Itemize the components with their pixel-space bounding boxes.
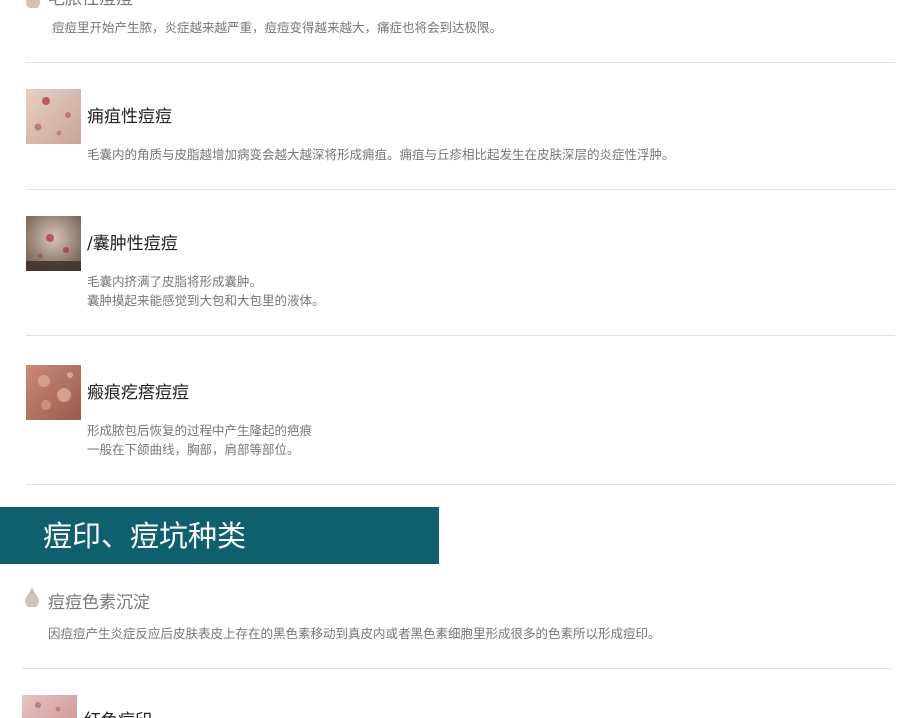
banner-title: 痘印、痘坑种类	[43, 519, 247, 553]
divider	[26, 484, 895, 485]
pigment-title: 痘痘色素沉淀	[48, 593, 150, 613]
item-desc-line: 形成脓包后恢复的过程中产生隆起的疤痕	[87, 423, 313, 438]
top-item-title: 毛脓性痘痘	[48, 0, 133, 10]
section-banner: 痘印、痘坑种类	[0, 507, 439, 564]
pigment-desc: 因痘痘产生炎症反应后皮肤表皮上存在的黑色素移动到真皮内或者黑色素细胞里形成很多的…	[48, 626, 661, 641]
item-desc-line: 毛囊内的角质与皮脂越增加病变会越大越深将形成痈疽。痈疽与丘疹相比起发生在皮肤深层…	[87, 147, 675, 162]
item-desc-line: 囊肿摸起来能感觉到大包和大包里的液体。	[87, 293, 325, 308]
divider	[26, 335, 895, 336]
item-title: /囊肿性痘痘	[87, 234, 178, 254]
divider	[26, 189, 895, 190]
acne-thumbnail-image	[26, 365, 81, 420]
page: 毛脓性痘痘 痘痘里开始产生脓，炎症越来越严重，痘痘变得越来越大，痛症也将会到达极…	[0, 0, 921, 718]
acne-thumbnail-image	[26, 89, 81, 144]
bottom-item-title: 红色痘印	[84, 710, 152, 718]
item-desc-line: 毛囊内挤满了皮脂将形成囊肿。	[87, 274, 263, 289]
divider	[22, 668, 891, 669]
droplet-icon	[25, 587, 39, 607]
droplet-icon	[26, 0, 40, 8]
top-item-desc: 痘痘里开始产生脓，炎症越来越严重，痘痘变得越来越大，痛症也将会到达极限。	[52, 20, 503, 35]
acne-thumbnail-image	[22, 695, 77, 718]
item-desc-line: 一般在下颌曲线，胸部，肩部等部位。	[87, 442, 300, 457]
divider	[26, 62, 895, 63]
item-title: 痈疽性痘痘	[87, 107, 172, 127]
acne-thumbnail-image	[26, 216, 81, 271]
item-title: 瘢痕疙瘩痘痘	[87, 383, 189, 403]
